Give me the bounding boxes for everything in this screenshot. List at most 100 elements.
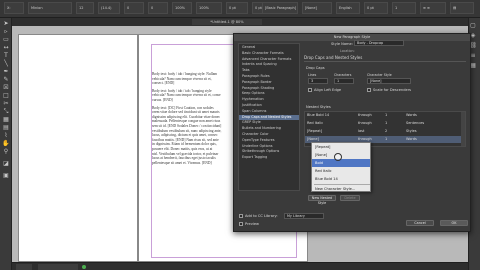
section-divider [304, 61, 466, 62]
characters-stepper[interactable]: 1 [334, 78, 354, 84]
note-tool-icon[interactable]: ▤ [1, 124, 11, 131]
preview-label: Preview [245, 222, 259, 226]
category-item[interactable]: Export Tagging [239, 155, 299, 161]
cols-field[interactable]: 0 pt [364, 2, 388, 14]
nested-style-count: 2 [385, 129, 388, 133]
zoom-tool-icon[interactable]: ⚲ [1, 148, 11, 155]
dropdown-item-highlighted[interactable]: Bold [312, 159, 370, 167]
new-paragraph-style-dialog: New Paragraph Style General Basic Charac… [233, 33, 471, 232]
font-field[interactable]: Minion [28, 2, 72, 14]
cc-library-select[interactable]: My Library [284, 213, 324, 219]
nested-style-unit: Styles [406, 129, 417, 133]
nested-style-unit: Words [406, 137, 417, 141]
fill-stroke-icon[interactable]: ◪ [1, 160, 11, 167]
line-tool-icon[interactable]: ╲ [1, 60, 11, 67]
scale-field[interactable]: 100% [196, 2, 222, 14]
para-style-field[interactable]: [Basic Paragraph] [262, 2, 298, 14]
nested-style-row[interactable]: [Repeat] last 2 Styles [305, 128, 465, 135]
align-left-edge-checkbox[interactable] [308, 88, 312, 92]
cancel-button[interactable]: Cancel [406, 220, 434, 226]
char-style-field[interactable]: [None] [302, 2, 332, 14]
char-style-select[interactable]: [None] [367, 78, 411, 84]
add-cc-library-checkbox[interactable] [239, 214, 243, 218]
rectangle-tool-icon[interactable]: □ [1, 92, 11, 99]
delete-nested-style-button[interactable]: Delete [340, 195, 360, 201]
nested-style-name: [Repeat] [307, 129, 323, 133]
zoom-field[interactable]: 100% [172, 2, 192, 14]
page-number-field[interactable] [16, 264, 32, 270]
nested-style-mode: last [358, 129, 365, 133]
hand-tool-icon[interactable]: ✋ [1, 140, 11, 147]
dropdown-item[interactable]: Red Italic [312, 167, 370, 175]
nested-style-row[interactable]: Blue Bold 14 through 1 Words [305, 112, 465, 119]
free-transform-tool-icon[interactable]: ⤡ [1, 108, 11, 115]
tools-panel: ➤ ▹ ▭ ↔ T ╲ ✒ ✎ ☒ □ ✂ ⤡ ▦ ▤ ⌇ ✋ ⚲ ◪ ▣ [0, 18, 12, 270]
ok-button[interactable]: OK [440, 220, 468, 226]
nested-list-scrollbar[interactable] [461, 112, 465, 146]
status-indicator [82, 265, 86, 269]
indent-field[interactable]: 0 pt [226, 2, 248, 14]
kerning-field[interactable]: 0 [148, 2, 168, 14]
dropdown-item[interactable]: Blue Bold 14 [312, 175, 370, 183]
control-bar: X: Minion 12 (14.4) 0 0 100% 100% 0 pt 0… [0, 0, 480, 18]
preflight-status[interactable] [38, 264, 78, 270]
page-tool-icon[interactable]: ▭ [1, 36, 11, 43]
nested-styles-heading: Nested Styles [306, 105, 331, 109]
nested-style-count: 1 [385, 137, 388, 141]
characters-label: Characters [334, 73, 352, 77]
lines-label: Lines [308, 73, 317, 77]
style-name-label: Style Name: [331, 42, 353, 46]
spread-left-page [18, 34, 138, 262]
para3-line: pellentesque sit amet et. Vivamus. [END] [152, 160, 212, 165]
pencil-tool-icon[interactable]: ✎ [1, 76, 11, 83]
section-title: Drop Caps and Nested Styles [304, 55, 363, 60]
nested-style-name: Blue Bold 14 [307, 113, 330, 117]
direct-selection-tool-icon[interactable]: ▹ [1, 28, 11, 35]
nested-style-unit: Sentences [406, 121, 425, 125]
doc-tab-bar: *Untitled-1 @ 80% [12, 18, 468, 26]
scale-descenders-checkbox[interactable] [367, 88, 371, 92]
panel-menu[interactable]: ▤ [450, 2, 474, 14]
preview-mode-icon[interactable]: ▣ [1, 172, 11, 179]
new-nested-style-button[interactable]: New Nested Style [308, 195, 336, 205]
type-tool-icon[interactable]: T [1, 52, 11, 59]
nested-style-count: 1 [385, 121, 388, 125]
nested-style-mode: through [358, 113, 372, 117]
nested-style-name: Red Italic [307, 121, 324, 125]
scissors-tool-icon[interactable]: ✂ [1, 100, 11, 107]
status-bar [12, 262, 468, 270]
style-name-field[interactable]: Body - Dropcap [354, 40, 404, 46]
lines-stepper[interactable]: 3 [308, 78, 328, 84]
preview-checkbox[interactable] [239, 222, 243, 226]
dropdown-item-new-char-style[interactable]: New Character Style... [312, 185, 355, 193]
location-label: Location: [340, 49, 355, 53]
text-frame[interactable]: Body text: body / tab / hanging style: N… [152, 72, 234, 212]
add-cc-library-label: Add to CC Library: [245, 214, 278, 218]
pen-tool-icon[interactable]: ✒ [1, 68, 11, 75]
selection-tool-icon[interactable]: ➤ [1, 20, 11, 27]
align-grid[interactable]: ≡ ≡ [420, 2, 446, 14]
size-field[interactable]: 12 [76, 2, 94, 14]
mouse-cursor-icon [334, 153, 342, 161]
tracking-field[interactable]: 0 [124, 2, 144, 14]
gap-tool-icon[interactable]: ↔ [1, 44, 11, 51]
nested-style-count: 1 [385, 113, 388, 117]
leading-field[interactable]: (14.4) [98, 2, 120, 14]
doc-tab[interactable]: *Untitled-1 @ 80% [192, 19, 262, 25]
rectangle-frame-tool-icon[interactable]: ☒ [1, 84, 11, 91]
nested-style-row[interactable]: Red Italic through 1 Sentences [305, 120, 465, 127]
scale-descenders-label: Scale for Descenders [373, 88, 412, 92]
dropdown-item[interactable]: [Repeat] [312, 143, 370, 151]
lang-field[interactable]: English [336, 2, 360, 14]
eyedropper-tool-icon[interactable]: ⌇ [1, 132, 11, 139]
char-style-label: Character Style [367, 73, 392, 77]
gutter-field[interactable]: 1 [392, 2, 416, 14]
dialog-title: New Paragraph Style [234, 34, 470, 41]
gradient-tool-icon[interactable]: ▦ [1, 116, 11, 123]
category-list: General Basic Character Formats Advanced… [238, 43, 300, 191]
align-left-edge-label: Align Left Edge [314, 88, 342, 92]
x-field[interactable]: X: [4, 2, 24, 14]
char-style-dropdown-menu: [Repeat] [None] Bold Red Italic Blue Bol… [311, 142, 371, 192]
pages-panel-icon[interactable]: ▢ [468, 22, 478, 30]
nested-style-mode: through [358, 121, 372, 125]
